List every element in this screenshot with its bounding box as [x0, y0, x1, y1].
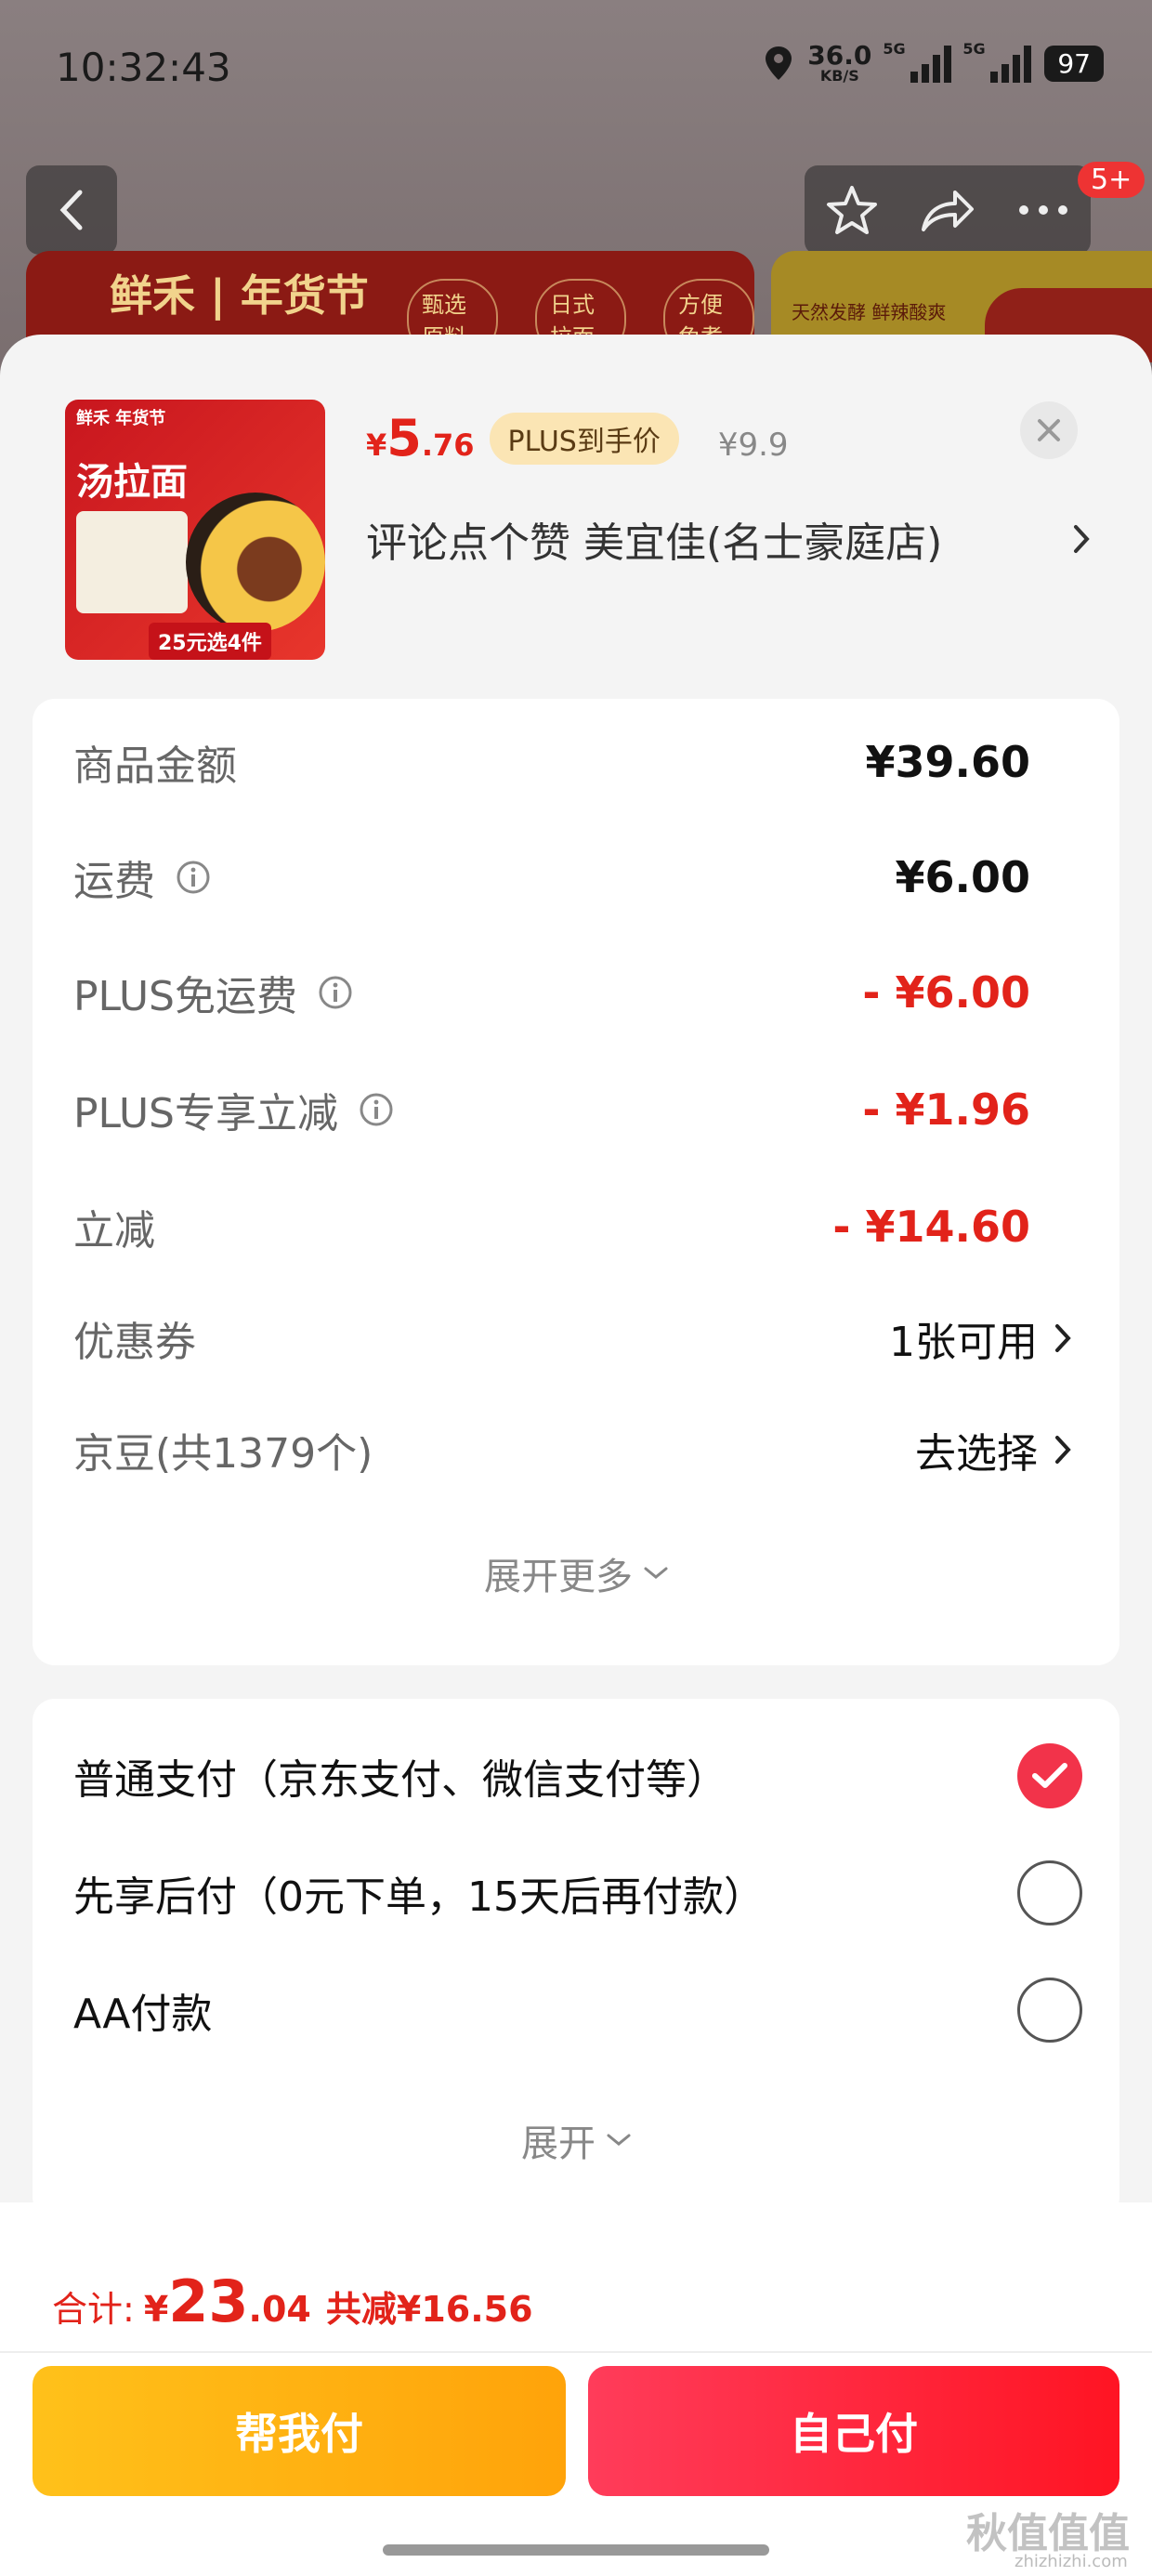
info-icon[interactable] — [359, 1092, 394, 1127]
nav-actions — [805, 165, 1091, 255]
more-icon[interactable] — [1017, 204, 1069, 217]
total-savings: 共减¥16.56 — [325, 2289, 533, 2330]
radio-checked-icon[interactable] — [1017, 1743, 1082, 1808]
close-button[interactable] — [1020, 401, 1078, 459]
chevron-down-icon — [607, 2134, 631, 2146]
divider — [0, 2351, 1152, 2353]
info-icon[interactable] — [176, 860, 211, 895]
payment-option-aa[interactable]: AA付款 — [73, 1978, 1082, 2043]
watermark-url: zhizhizhi.com — [1015, 2552, 1128, 2571]
checkout-sheet: 鲜禾 年货节 汤拉面 25元选4件 ¥ 5 .76 PLUS到手价 ¥9.9 评… — [0, 335, 1152, 2576]
radio-unchecked-icon[interactable] — [1017, 1978, 1082, 2043]
promo-banner[interactable]: 鲜禾 | 年货节 甄选原料 日式拉面 方便免煮 — [26, 251, 754, 344]
help-me-pay-button[interactable]: 帮我付 — [33, 2366, 566, 2496]
summary-row-plus-discount: PLUS专享立减 - ¥1.96 — [73, 1084, 1030, 1137]
jingdou-row[interactable]: 京豆(共1379个) 去选择 — [73, 1420, 1071, 1479]
chevron-down-icon — [644, 1567, 668, 1579]
background-page: 10:32:43 36.0 KB/S 5G 5G 97 5+ 鲜禾 | 年货节 … — [0, 0, 1152, 372]
pay-myself-button[interactable]: 自己付 — [588, 2366, 1119, 2496]
payment-option-pay-later[interactable]: 先享后付（0元下单，15天后再付款） — [73, 1860, 1082, 1925]
summary-row-shipping: 运费 ¥6.00 — [73, 852, 1030, 905]
back-button[interactable] — [26, 165, 117, 255]
chevron-right-icon — [1055, 1436, 1071, 1464]
product-header: 鲜禾 年货节 汤拉面 25元选4件 ¥ 5 .76 PLUS到手价 ¥9.9 评… — [0, 335, 1152, 697]
order-total: 合计: ¥ 23 .04 共减¥16.56 — [52, 2267, 533, 2335]
original-price: ¥9.9 — [717, 427, 789, 464]
signal-icon: 5G — [962, 40, 1032, 83]
banner-text: 天然发酵 鲜辣酸爽 — [792, 301, 947, 323]
notification-badge: 5+ — [1078, 162, 1145, 198]
summary-row-goods: 商品金额 ¥39.60 — [73, 737, 1030, 790]
signal-icon: 5G — [883, 40, 952, 83]
coupon-row[interactable]: 优惠券 1张可用 — [73, 1308, 1071, 1368]
promo-banner-secondary[interactable]: 天然发酵 鲜辣酸爽 — [771, 251, 1152, 362]
status-time: 10:32:43 — [56, 45, 231, 90]
shop-name: 评论点个赞 美宜佳(名士豪庭店) — [366, 519, 943, 567]
chevron-right-icon — [1055, 1324, 1071, 1352]
status-icons: 36.0 KB/S 5G 5G 97 — [763, 40, 1104, 85]
price-row: ¥ 5 .76 PLUS到手价 ¥9.9 — [366, 409, 789, 467]
price-summary-card: 商品金额 ¥39.60 运费 ¥6.00 PLUS免运费 - ¥6.00 PLU… — [33, 699, 1119, 1665]
product-image: 鲜禾 年货节 汤拉面 25元选4件 — [65, 400, 325, 660]
location-icon — [766, 46, 792, 80]
battery-indicator: 97 — [1044, 45, 1104, 82]
share-icon[interactable] — [920, 187, 975, 233]
close-icon — [1038, 419, 1060, 441]
info-icon[interactable] — [318, 975, 353, 1010]
chevron-right-icon — [1074, 525, 1090, 553]
net-speed: 36.0 KB/S — [807, 40, 872, 85]
star-icon[interactable] — [826, 185, 878, 235]
home-indicator[interactable] — [383, 2544, 769, 2556]
summary-row-instant-discount: 立减 - ¥14.60 — [73, 1202, 1030, 1255]
chevron-left-icon — [59, 190, 83, 230]
summary-row-plus-free-shipping: PLUS免运费 - ¥6.00 — [73, 967, 1030, 1020]
banner-logo: 鲜禾 | 年货节 — [110, 270, 369, 321]
plus-price-tag: PLUS到手价 — [489, 412, 679, 465]
payment-option-normal[interactable]: 普通支付（京东支付、微信支付等） — [73, 1743, 1082, 1808]
radio-unchecked-icon[interactable] — [1017, 1860, 1082, 1925]
expand-more-button[interactable]: 展开更多 — [33, 1546, 1119, 1600]
expand-payment-button[interactable]: 展开 — [33, 2113, 1119, 2167]
shop-link[interactable]: 评论点个赞 美宜佳(名士豪庭店) — [366, 509, 1091, 569]
payment-options-card: 普通支付（京东支付、微信支付等） 先享后付（0元下单，15天后再付款） AA付款… — [33, 1699, 1119, 2219]
watermark: 秋值值值 — [966, 2510, 1130, 2557]
current-price: ¥ 5 .76 — [366, 409, 475, 467]
